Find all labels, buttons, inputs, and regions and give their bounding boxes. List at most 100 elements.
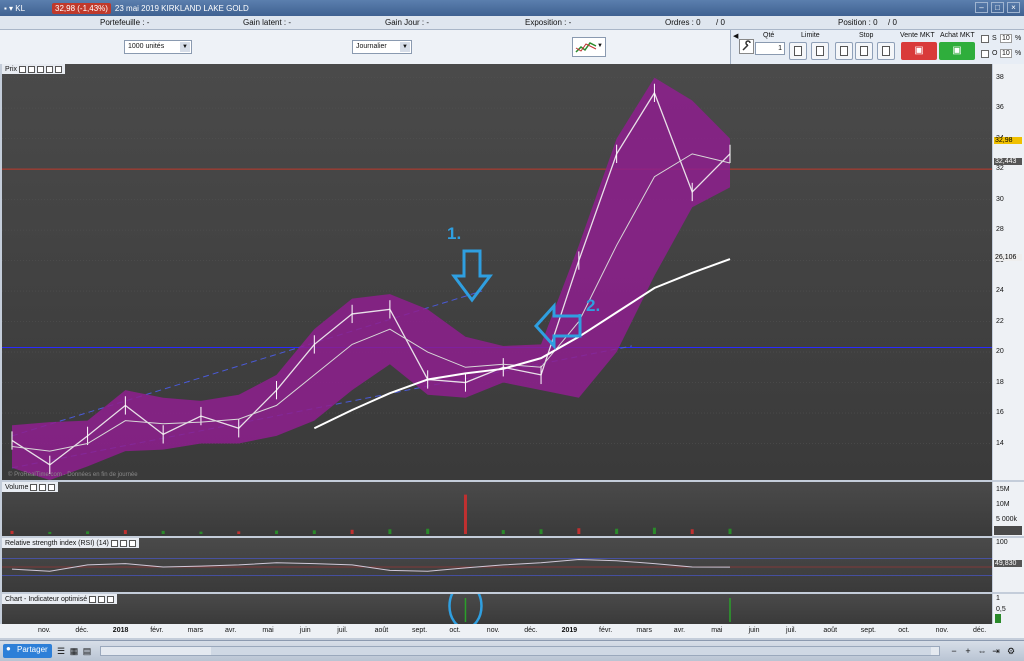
- price-panel[interactable]: Prix © ProRealTime.com - Données en fin …: [2, 64, 992, 480]
- line-chart-icon: [575, 42, 597, 53]
- period-select-value: Journalier: [356, 43, 387, 50]
- scroll-end-icon[interactable]: ⇥: [990, 645, 1002, 657]
- stop-button-2[interactable]: [855, 42, 873, 60]
- annotation-1: 1.: [447, 224, 462, 243]
- window-icon[interactable]: [119, 539, 127, 547]
- limit-buy-button[interactable]: [789, 42, 807, 60]
- volume-bar: [10, 530, 14, 534]
- move-icon[interactable]: [55, 65, 63, 73]
- x-tick-label: 2019: [561, 627, 578, 634]
- stop-button-3[interactable]: [877, 42, 895, 60]
- s-value-input[interactable]: 10: [1000, 34, 1012, 43]
- settings-icon[interactable]: ⚙: [1005, 645, 1017, 657]
- buy-market-button[interactable]: ▣: [939, 42, 975, 60]
- horizontal-scrollbar[interactable]: [100, 646, 940, 656]
- chevron-down-icon: ▼: [400, 42, 410, 52]
- volume-bar: [501, 530, 505, 534]
- last-price-tag: 32,98: [994, 136, 1022, 144]
- window-icon[interactable]: [39, 483, 47, 491]
- volume-panel[interactable]: Volume: [2, 482, 992, 536]
- close-icon[interactable]: [37, 65, 45, 73]
- window-icon[interactable]: [98, 595, 106, 603]
- x-tick-label: nov.: [486, 627, 500, 634]
- zoom-in-icon[interactable]: +: [962, 645, 974, 657]
- s-checkbox[interactable]: [981, 35, 989, 43]
- volume-bar: [463, 494, 467, 534]
- close-icon[interactable]: [48, 483, 56, 491]
- indicator-chart: [448, 594, 731, 624]
- rsi-panel-header: Relative strength index (RSI) (14): [2, 538, 139, 548]
- volume-panel-header: Volume: [2, 482, 59, 492]
- volume-panel-title: Volume: [5, 483, 29, 491]
- price-tick-label: 36: [996, 104, 1004, 112]
- minimize-icon[interactable]: –: [975, 2, 988, 13]
- watermark: © ProRealTime.com - Données en fin de jo…: [8, 472, 138, 478]
- volume-bar: [615, 528, 619, 534]
- wrench-icon[interactable]: [89, 595, 97, 603]
- o-value-input[interactable]: 10: [1000, 49, 1012, 58]
- zoom-out-icon[interactable]: −: [948, 645, 960, 657]
- volume-tick-5000k: 5 000k: [996, 516, 1018, 523]
- volume-bar: [350, 529, 354, 534]
- grid-icon[interactable]: ▦: [68, 645, 80, 657]
- stop-button-1[interactable]: [835, 42, 853, 60]
- volume-bar: [426, 528, 430, 534]
- title-bar: ▪ ▾ KL 32,98 (-1,43%) 23 mai 2019 KIRKLA…: [0, 0, 1024, 16]
- wrench-icon[interactable]: [110, 539, 118, 547]
- layout-icon[interactable]: ▤: [81, 645, 93, 657]
- close-icon[interactable]: [128, 539, 136, 547]
- bollinger-band: [12, 77, 730, 480]
- x-tick-label: févr.: [599, 627, 613, 634]
- rsi-panel[interactable]: Relative strength index (RSI) (14): [2, 538, 992, 592]
- volume-bar: [312, 530, 316, 534]
- wrench-icon[interactable]: [739, 39, 754, 54]
- ticker-symbol[interactable]: ▪ ▾ KL: [0, 4, 52, 13]
- ordres-label: Ordres : 0: [665, 18, 701, 27]
- period-select[interactable]: Journalier ▼: [352, 40, 412, 54]
- quantity-select[interactable]: 1000 unités ▼: [124, 40, 192, 54]
- x-axis: nov. déc. 2018 févr. mars avr. mai juin juil. aoû…: [0, 624, 1024, 638]
- x-tick-label: déc.: [524, 627, 538, 634]
- close-icon[interactable]: ×: [1007, 2, 1020, 13]
- chart-controls: 1000 unités ▼ Journalier ▼ ▼: [0, 30, 730, 64]
- price-tick-label: 32: [996, 165, 1004, 173]
- scrollbar-thumb[interactable]: [211, 647, 931, 655]
- o-checkbox[interactable]: [981, 50, 989, 58]
- limit-sell-button[interactable]: [811, 42, 829, 60]
- x-tick-label: mars: [636, 627, 652, 634]
- chevron-down-icon: ▼: [597, 43, 603, 49]
- wrench-icon[interactable]: [30, 483, 38, 491]
- volume-bar: [275, 530, 279, 534]
- indicator-panel[interactable]: Chart - Indicateur optimisé: [2, 594, 992, 624]
- volume-bar: [728, 528, 732, 534]
- window-controls: – □ ×: [975, 2, 1020, 13]
- x-tick-label: juil.: [337, 627, 348, 634]
- chart-settings-icon[interactable]: ☰: [55, 645, 67, 657]
- share-button[interactable]: Partager: [3, 644, 52, 658]
- limit-label: Limite: [801, 32, 820, 39]
- volume-bar: [577, 528, 581, 534]
- wrench-icon[interactable]: [19, 65, 27, 73]
- chart-type-button[interactable]: ▼: [572, 37, 606, 57]
- fit-icon[interactable]: ⇔: [976, 645, 988, 657]
- ma-price-tag: 32,443: [994, 157, 1022, 165]
- qty-input[interactable]: 1: [755, 42, 785, 55]
- close-icon[interactable]: [107, 595, 115, 603]
- gain-latent-label: Gain latent : -: [243, 18, 292, 27]
- price-tick-label: 38: [996, 73, 1004, 81]
- position-label: Position : 0: [838, 18, 878, 27]
- add-icon[interactable]: [46, 65, 54, 73]
- sell-market-button[interactable]: ▣: [901, 42, 937, 60]
- gain-jour-label: Gain Jour : -: [385, 18, 430, 27]
- window-icon[interactable]: [28, 65, 36, 73]
- order-ticket-icon: [882, 46, 890, 56]
- window-title: 23 mai 2019 KIRKLAND LAKE GOLD: [114, 3, 249, 13]
- maximize-icon[interactable]: □: [991, 2, 1004, 13]
- indicator-tick-05: 0,5: [996, 606, 1006, 613]
- ma200-price-tag: 26,106: [994, 254, 1022, 262]
- x-tick-label: déc.: [973, 627, 987, 634]
- x-tick-label: mars: [187, 627, 204, 634]
- x-tick-label: juin: [299, 627, 311, 634]
- volume-tag: [994, 526, 1022, 535]
- x-tick-label: déc.: [75, 627, 89, 634]
